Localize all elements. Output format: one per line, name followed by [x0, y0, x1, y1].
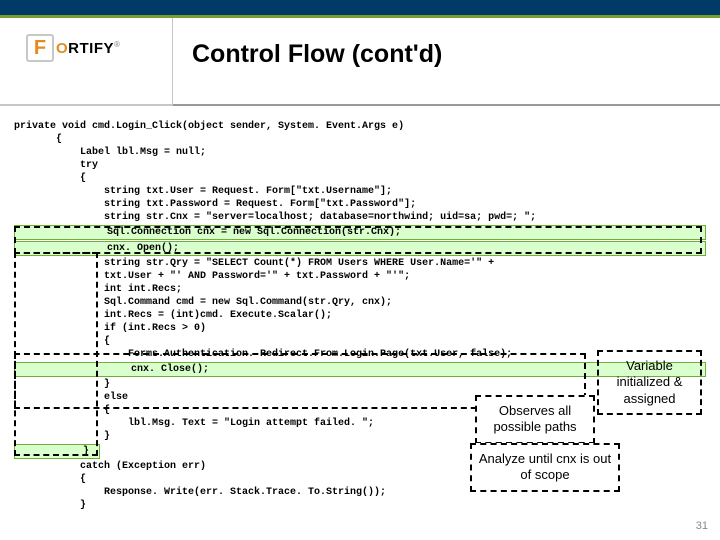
annotation-scope: Analyze until cnx is out of scope	[470, 443, 620, 492]
code-line: string txt.Password = Request. Form["txt…	[14, 198, 706, 211]
code-line: {	[14, 172, 706, 185]
annotation-observes: Observes all possible paths	[475, 395, 595, 444]
slide-header: F ORTIFY® Control Flow (cont'd)	[0, 0, 720, 108]
code-line: string str.Cnx = "server=localhost; data…	[14, 211, 706, 224]
annotation-variable: Variable initialized & assigned	[597, 350, 702, 415]
code-line: int int.Recs;	[14, 283, 706, 296]
code-line: }	[14, 499, 706, 512]
code-line: string txt.User = Request. Form["txt.Use…	[14, 185, 706, 198]
code-line: lbl.Msg. Text = "Login attempt failed. "…	[14, 417, 706, 430]
code-line: txt.User + "' AND Password='" + txt.Pass…	[14, 270, 706, 283]
code-line: if (int.Recs > 0)	[14, 322, 706, 335]
header-underline	[0, 104, 720, 106]
code-line: int.Recs = (int)cmd. Execute.Scalar();	[14, 309, 706, 322]
code-line: Sql.Command cmd = new Sql.Command(str.Qr…	[14, 296, 706, 309]
code-line: Label lbl.Msg = null;	[14, 146, 706, 159]
code-line: string str.Qry = "SELECT Count(*) FROM U…	[14, 257, 706, 270]
code-line: {	[14, 133, 706, 146]
slide-title: Control Flow (cont'd)	[192, 40, 442, 69]
code-line-highlight: cnx. Open();	[14, 241, 706, 256]
code-line: private void cmd.Login_Click(object send…	[14, 120, 706, 133]
header-divider	[172, 18, 173, 104]
logo-text: ORTIFY®	[56, 40, 120, 57]
code-line-highlight: }	[14, 444, 100, 459]
header-top-bar	[0, 0, 720, 18]
fortify-logo: F ORTIFY®	[26, 34, 120, 62]
code-line: {	[14, 335, 706, 348]
code-line-highlight: Sql.Connection cnx = new Sql.Connection(…	[14, 225, 706, 240]
code-line: }	[14, 430, 706, 443]
page-number: 31	[696, 520, 708, 532]
logo-f-icon: F	[26, 34, 54, 62]
code-line: try	[14, 159, 706, 172]
